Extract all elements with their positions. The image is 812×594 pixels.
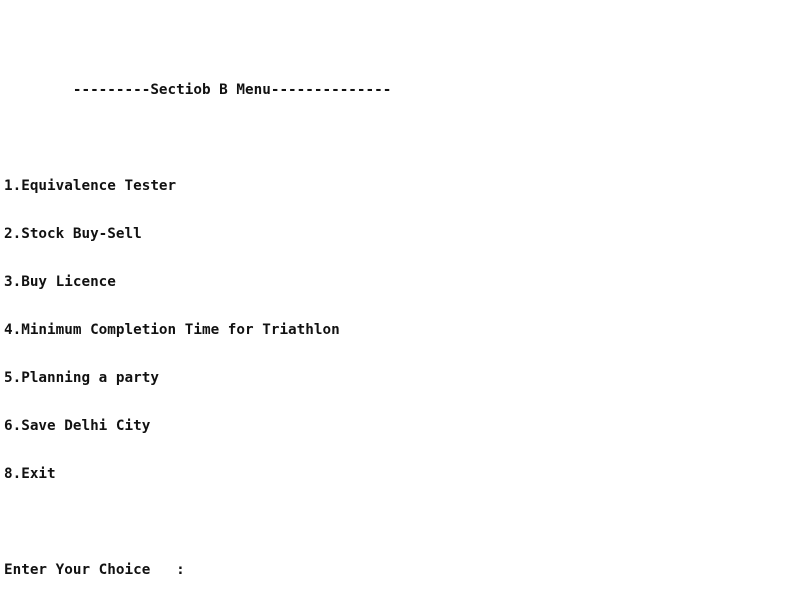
- menu-item-exit: 8.Exit: [4, 466, 56, 482]
- menu-item-buy-licence: 3.Buy Licence: [4, 274, 116, 290]
- terminal-output: ---------Sectiob B Menu-------------- 1.…: [4, 50, 804, 594]
- choice-prompt-line: Enter Your Choice :: [4, 562, 804, 578]
- menu-item-stock-buy-sell: 2.Stock Buy-Sell: [4, 226, 142, 242]
- choice-input[interactable]: [184, 562, 385, 578]
- menu-item-save-delhi-city: 6.Save Delhi City: [4, 418, 151, 434]
- menu-item-triathlon: 4.Minimum Completion Time for Triathlon: [4, 322, 340, 338]
- menu-item-planning-party: 5.Planning a party: [4, 370, 159, 386]
- menu-item-equivalence-tester: 1.Equivalence Tester: [4, 178, 177, 194]
- choice-prompt: Enter Your Choice :: [4, 562, 185, 578]
- menu-header: ---------Sectiob B Menu--------------: [4, 82, 392, 98]
